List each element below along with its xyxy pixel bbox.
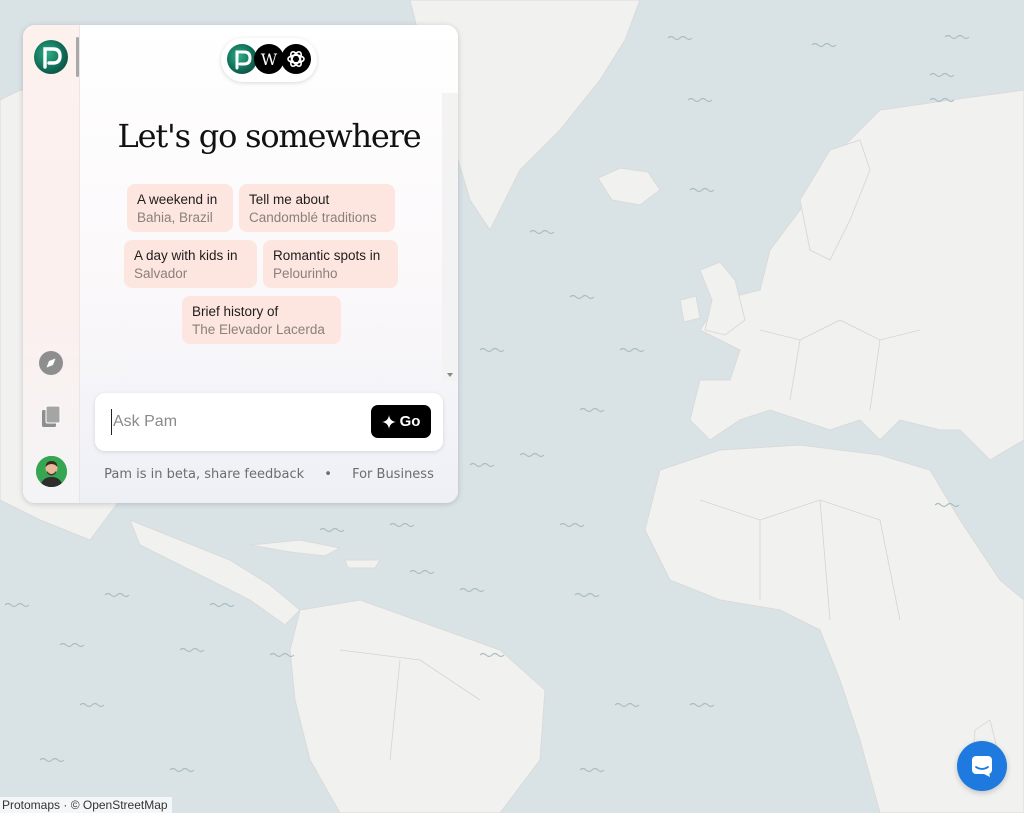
suggestion-chip[interactable]: A day with kids in Salvador <box>124 240 257 288</box>
suggestion-line1: Tell me about <box>249 192 330 207</box>
suggestion-line1: A weekend in <box>137 192 218 207</box>
suggestion-line2: Salvador <box>134 266 188 281</box>
openai-icon <box>281 44 311 74</box>
sidebar-rail <box>23 25 80 503</box>
suggestion-line2: Candomblé traditions <box>249 210 377 225</box>
assistant-panel: W Let's go somewhere A weekend in Bahia,… <box>23 25 458 503</box>
pam-logo-icon <box>227 44 257 74</box>
panel-footer: Pam is in beta, share feedback • For Bus… <box>80 467 458 482</box>
source-badges: W <box>221 38 317 82</box>
main-content: W Let's go somewhere A weekend in Bahia,… <box>80 25 458 503</box>
chat-icon <box>972 756 992 777</box>
collections-icon[interactable] <box>37 403 65 431</box>
user-avatar[interactable] <box>36 456 67 487</box>
wikipedia-icon: W <box>254 44 284 74</box>
suggestion-line1: A day with kids in <box>134 248 238 263</box>
rail-scroll-indicator <box>76 37 79 77</box>
go-button-label: Go <box>399 413 421 430</box>
suggestion-line2: Pelourinho <box>273 266 338 281</box>
pam-logo-icon[interactable] <box>34 40 68 74</box>
svg-text:W: W <box>261 50 278 69</box>
suggestion-chip[interactable]: A weekend in Bahia, Brazil <box>127 184 233 232</box>
suggestion-chip[interactable]: Tell me about Candomblé traditions <box>239 184 395 232</box>
suggestion-line2: Bahia, Brazil <box>137 210 213 225</box>
ask-box: Go <box>95 393 443 451</box>
suggestion-line1: Brief history of <box>192 304 279 319</box>
go-button[interactable]: Go <box>371 405 431 438</box>
compass-icon[interactable] <box>37 349 65 377</box>
suggestion-chip[interactable]: Romantic spots in Pelourinho <box>263 240 398 288</box>
page-title: Let's go somewhere <box>117 117 422 155</box>
map-attribution[interactable]: Protomaps · © OpenStreetMap <box>0 797 172 813</box>
suggestion-line2: The Elevador Lacerda <box>192 322 325 337</box>
sparkle-icon <box>381 414 396 429</box>
suggestion-line1: Romantic spots in <box>273 248 381 263</box>
support-chat-button[interactable] <box>957 741 1007 791</box>
feedback-link[interactable]: Pam is in beta, share feedback <box>104 467 304 482</box>
suggestion-chip[interactable]: Brief history of The Elevador Lacerda <box>182 296 341 344</box>
ask-input[interactable] <box>111 409 365 435</box>
footer-separator: • <box>324 467 332 482</box>
business-link[interactable]: For Business <box>352 467 434 482</box>
scroll-down-icon[interactable] <box>447 373 453 377</box>
